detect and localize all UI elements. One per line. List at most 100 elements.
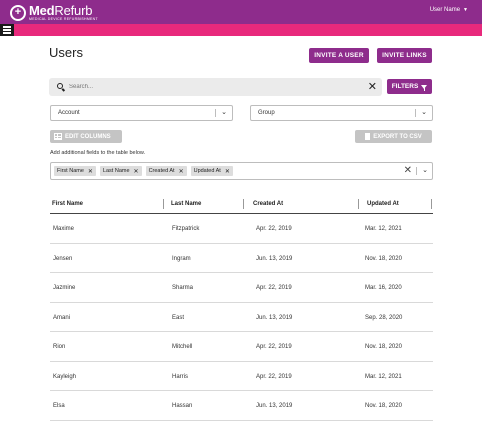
table-columns-icon (54, 133, 62, 140)
tag-label: Updated At (193, 168, 221, 174)
export-csv-label: EXPORT TO CSV (373, 133, 422, 140)
column-header-last-name[interactable]: Last Name (171, 201, 201, 207)
cell-last-name: East (172, 314, 185, 321)
cell-last-name: Sharma (172, 285, 194, 291)
cell-first-name: Amani (53, 314, 71, 321)
cell-created-at: Jun. 13, 2019 (256, 255, 293, 262)
column-divider (243, 199, 244, 209)
top-navigation-bar: + MedRefurb MEDICAL DEVICE REFURBISHMENT… (0, 0, 482, 24)
table-row[interactable]: Elsa Hassan Jun. 13, 2019 Nov. 18, 2020 (50, 391, 433, 421)
cell-first-name: Jensen (53, 255, 73, 262)
cell-first-name: Kayleigh (53, 373, 77, 380)
export-csv-button[interactable]: EXPORT TO CSV (355, 130, 432, 143)
cell-created-at: Apr. 22, 2019 (256, 226, 292, 232)
cell-updated-at: Mar. 16, 2020 (365, 285, 402, 291)
cell-created-at: Apr. 22, 2019 (256, 285, 292, 291)
cell-last-name: Harris (172, 373, 188, 380)
search-bar: ✕ (49, 78, 382, 96)
remove-tag-icon[interactable]: ✕ (179, 168, 184, 175)
table-row[interactable]: Jazmine Sharma Apr. 22, 2019 Mar. 16, 20… (50, 273, 433, 303)
caret-down-icon: ▼ (463, 7, 468, 13)
group-select-label: Group (258, 110, 275, 116)
column-tags-field[interactable]: First Name ✕ Last Name ✕ Created At ✕ Updat… (50, 162, 433, 180)
column-header-first-name[interactable]: First Name (52, 201, 83, 207)
page-title: Users (49, 45, 83, 60)
user-menu-label: User Name (429, 7, 461, 13)
select-divider (416, 167, 417, 175)
remove-tag-icon[interactable]: ✕ (134, 168, 139, 175)
clear-all-tags-icon[interactable]: ✕ (404, 164, 412, 178)
funnel-icon (421, 84, 428, 91)
tag-chip: Created At ✕ (145, 166, 187, 176)
cell-created-at: Jun. 13, 2019 (256, 403, 293, 409)
medical-cross-icon: + (10, 4, 26, 21)
cell-created-at: Apr. 22, 2019 (256, 373, 292, 380)
cell-last-name: Ingram (172, 255, 191, 262)
search-icon (57, 83, 63, 89)
column-header-created-at[interactable]: Created At (253, 201, 283, 207)
select-divider (415, 109, 416, 117)
chevron-down-icon[interactable]: ⌄ (422, 167, 428, 175)
cell-updated-at: Nov. 18, 2020 (365, 403, 402, 409)
table-row[interactable]: Kayleigh Harris Apr. 22, 2019 Mar. 12, 2… (50, 362, 433, 391)
edit-columns-button[interactable]: EDIT COLUMNS (50, 130, 122, 143)
table-row[interactable]: Maxime Fitzpatrick Apr. 22, 2019 Mar. 12… (50, 214, 433, 244)
filters-label: FILTERS (391, 83, 419, 90)
logo-name-bold: Med (29, 3, 55, 18)
cell-updated-at: Sep. 28, 2020 (365, 314, 403, 321)
cell-created-at: Apr. 22, 2019 (256, 344, 292, 350)
tag-chip: Last Name ✕ (99, 166, 142, 176)
hamburger-menu-icon[interactable] (0, 24, 14, 36)
cell-updated-at: Nov. 18, 2020 (365, 255, 402, 262)
cell-updated-at: Mar. 12, 2021 (365, 373, 402, 380)
accent-bar (0, 24, 482, 36)
tag-label: Last Name (102, 168, 130, 174)
cell-updated-at: Nov. 18, 2020 (365, 344, 402, 350)
table-row[interactable]: Jensen Ingram Jun. 13, 2019 Nov. 18, 202… (50, 244, 433, 273)
logo-text: MedRefurb MEDICAL DEVICE REFURBISHMENT (29, 4, 98, 22)
cell-last-name: Fitzpatrick (172, 226, 200, 232)
tag-label: Created At (148, 168, 175, 174)
logo-name-light: Refurb (54, 3, 93, 18)
edit-columns-label: EDIT COLUMNS (65, 133, 111, 140)
cell-last-name: Mitchell (172, 344, 193, 350)
cell-first-name: Jazmine (53, 285, 76, 291)
logo-name: MedRefurb (29, 4, 98, 17)
search-input[interactable] (69, 81, 359, 93)
column-divider (163, 199, 164, 209)
tag-label: First Name (57, 168, 84, 174)
remove-tag-icon[interactable]: ✕ (225, 168, 230, 175)
file-icon (365, 133, 371, 140)
cell-first-name: Maxime (53, 226, 75, 232)
account-select[interactable]: Account ⌄ (50, 105, 233, 121)
tag-chip: First Name ✕ (54, 166, 96, 176)
user-menu[interactable]: User Name ▼ (430, 7, 468, 13)
table-row[interactable]: Amani East Jun. 13, 2019 Sep. 28, 2020 (50, 303, 433, 332)
chevron-down-icon[interactable]: ⌄ (221, 109, 227, 117)
remove-tag-icon[interactable]: ✕ (88, 168, 93, 175)
invite-user-button[interactable]: INVITE A USER (309, 48, 369, 63)
column-header-updated-at[interactable]: Updated At (367, 201, 399, 207)
filters-button[interactable]: FILTERS (387, 79, 432, 94)
select-divider (215, 109, 216, 117)
table-header: First Name Last Name Created At Updated … (50, 196, 433, 214)
tags-list: First Name ✕ Last Name ✕ Created At ✕ Updat… (54, 166, 233, 176)
table-row[interactable]: Rion Mitchell Apr. 22, 2019 Nov. 18, 202… (50, 332, 433, 362)
clear-search-icon[interactable]: ✕ (368, 80, 377, 94)
invite-links-button[interactable]: INVITE LINKS (377, 48, 432, 63)
account-select-label: Account (58, 110, 80, 116)
tag-chip: Updated At ✕ (190, 166, 233, 176)
cell-last-name: Hassan (172, 403, 193, 409)
users-table: First Name Last Name Created At Updated … (50, 196, 433, 421)
column-divider (358, 199, 359, 209)
cell-updated-at: Mar. 12, 2021 (365, 226, 402, 232)
logo-tagline: MEDICAL DEVICE REFURBISHMENT (29, 17, 98, 21)
chevron-down-icon[interactable]: ⌄ (421, 109, 427, 117)
helper-text: Add additional fields to the table below… (50, 150, 146, 156)
group-select[interactable]: Group ⌄ (250, 105, 433, 121)
medrefurb-logo[interactable]: + MedRefurb MEDICAL DEVICE REFURBISHMENT (10, 4, 98, 22)
cell-created-at: Jun. 13, 2019 (256, 314, 293, 321)
cell-first-name: Elsa (53, 403, 65, 409)
column-divider (431, 199, 432, 209)
cell-first-name: Rion (53, 344, 66, 350)
